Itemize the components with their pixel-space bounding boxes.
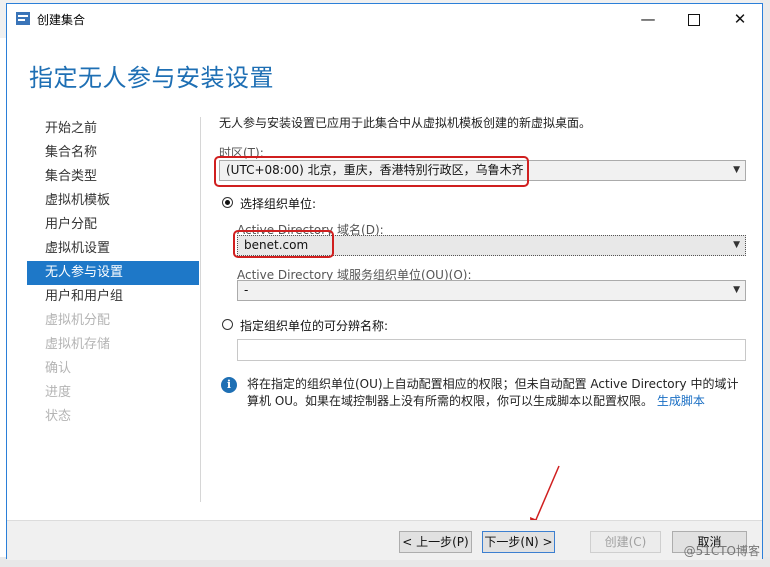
create-collection-window: 创建集合 — ✕ 指定无人参与安装设置 开始之前 集合名称 集合类型 虚拟机模板… [6,3,763,560]
watermark: @51CTO博客 [683,544,760,558]
next-button[interactable]: 下一步(N) > [482,531,555,553]
annotation-arrow [530,465,560,530]
previous-button[interactable]: < 上一步(P) [399,531,472,553]
create-button: 创建(C) [590,531,661,553]
wizard-footer: < 上一步(P) 下一步(N) > 创建(C) 取消 [7,520,762,560]
